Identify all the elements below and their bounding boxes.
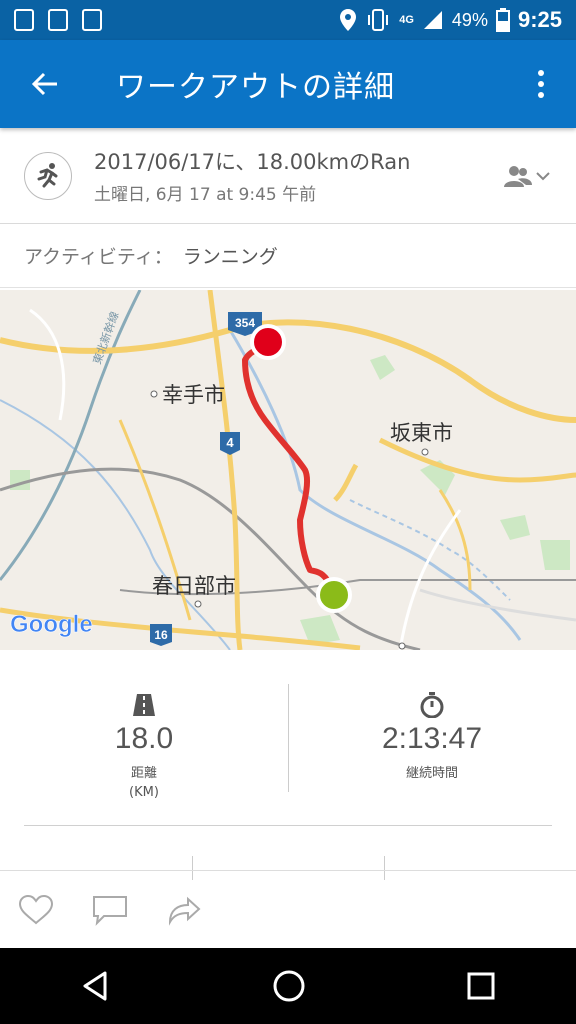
dot-icon [538, 70, 544, 76]
workout-title: 2017/06/17に、18.00kmのRan [94, 150, 411, 174]
distance-value: 18.0 [114, 722, 174, 755]
status-bar: 4G 49% 9:25 [0, 0, 576, 40]
nav-back-icon[interactable] [79, 969, 113, 1003]
place-label-kasukabe: 春日部市 [152, 574, 236, 598]
arrow-left-icon [31, 72, 57, 96]
duration-stat: 2:13:47 継続時間 [332, 692, 532, 781]
signal-icon [423, 11, 442, 29]
road-shield-16: 16 [154, 628, 168, 642]
workout-header: 2017/06/17に、18.00kmのRan 土曜日, 6月 17 at 9:… [0, 128, 576, 224]
chevron-down-icon [536, 171, 550, 180]
privacy-dropdown[interactable] [504, 165, 550, 187]
page-title: ワークアウトの詳細 [116, 70, 395, 105]
activity-label: アクティビティ： [24, 246, 173, 268]
section-divider [24, 825, 552, 826]
battery-percent: 49% [451, 9, 488, 30]
like-heart-icon[interactable] [18, 894, 54, 926]
activity-row: アクティビティ： ランニング [0, 224, 576, 288]
app-bar: ワークアウトの詳細 [0, 40, 576, 128]
end-marker[interactable] [250, 324, 286, 360]
duration-label: 継続時間 [405, 766, 458, 781]
road-icon [133, 694, 155, 716]
vibrate-icon [368, 9, 389, 31]
road-shield-354: 354 [235, 316, 255, 330]
share-arrow-icon[interactable] [166, 894, 202, 926]
google-logo: Google [10, 611, 93, 638]
place-label-bando: 坂東市 [390, 421, 453, 445]
system-nav-bar [0, 948, 576, 1024]
start-marker[interactable] [316, 577, 352, 613]
battery-icon [495, 8, 510, 32]
overflow-menu-button[interactable] [506, 40, 576, 128]
running-activity-icon [24, 151, 72, 200]
image-notification-icon [82, 9, 102, 31]
social-actions [0, 870, 576, 948]
duration-value: 2:13:47 [381, 722, 483, 755]
back-button[interactable] [0, 40, 90, 128]
workout-date: 土曜日, 6月 17 at 9:45 午前 [94, 185, 317, 205]
activity-value: ランニング [182, 246, 278, 268]
sync-notification-icon [48, 9, 68, 31]
stats-panel: 18.0 距離 (KM) 2:13:47 継続時間 [0, 650, 576, 880]
stats-divider [288, 684, 289, 792]
place-label-satte: 幸手市 [162, 383, 225, 407]
distance-stat: 18.0 距離 (KM) [44, 692, 244, 800]
distance-unit: (KM) [129, 785, 159, 800]
nav-home-icon[interactable] [271, 968, 307, 1004]
comment-icon[interactable] [92, 894, 128, 926]
map-graphic: 354 4 16 幸手市 坂東市 春日部市 東北新幹線 Google [0, 290, 576, 650]
dot-icon [538, 81, 544, 87]
nav-recents-icon[interactable] [465, 970, 497, 1002]
distance-label: 距離 [130, 766, 157, 781]
stopwatch-icon [420, 692, 444, 719]
dot-icon [538, 92, 544, 98]
route-map[interactable]: 354 4 16 幸手市 坂東市 春日部市 東北新幹線 Google [0, 290, 576, 650]
contacts-notification-icon [14, 9, 34, 31]
road-shield-4: 4 [226, 435, 234, 450]
network-type: 4G [399, 14, 414, 26]
clock: 9:25 [517, 7, 562, 32]
people-icon [504, 165, 532, 187]
location-icon [340, 9, 357, 31]
